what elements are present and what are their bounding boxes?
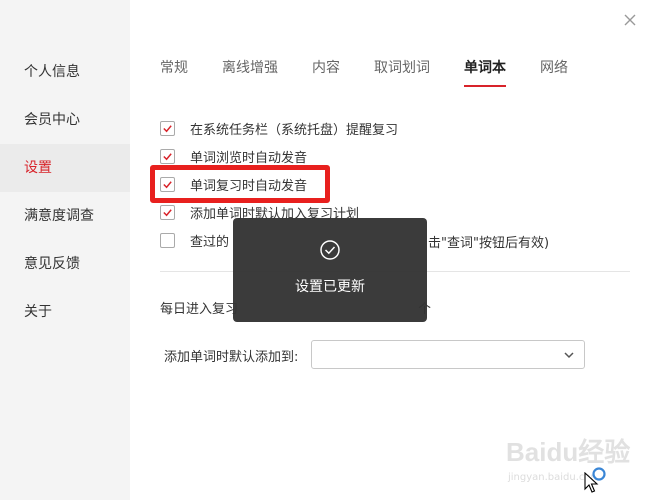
- option-label: 在系统任务栏（系统托盘）提醒复习: [190, 122, 399, 138]
- toast-message: 设置已更新: [295, 279, 365, 295]
- option-label: 单词浏览时自动发音: [190, 150, 308, 166]
- checkbox[interactable]: [160, 120, 175, 136]
- sidebar-item-about[interactable]: 关于: [0, 288, 130, 336]
- option-browse-pronounce[interactable]: 单词浏览时自动发音: [160, 146, 307, 166]
- sidebar: 个人信息 会员中心 设置 满意度调查 意见反馈 关于: [0, 0, 130, 500]
- chevron-down-icon: [564, 352, 574, 359]
- annotation-highlight-box: [150, 165, 330, 203]
- daily-review-label: 每日进入复习: [160, 302, 239, 317]
- check-icon: [163, 124, 172, 132]
- sidebar-item-survey[interactable]: 满意度调查: [0, 192, 130, 240]
- check-icon: [163, 208, 172, 216]
- tab-general[interactable]: 常规: [160, 58, 188, 87]
- sidebar-item-member-center[interactable]: 会员中心: [0, 96, 130, 144]
- check-circle-icon: [320, 240, 340, 260]
- toast-notification: 设置已更新: [233, 218, 427, 322]
- option-label-end: 击"查词"按钮后有效): [428, 236, 550, 251]
- tab-wordbook[interactable]: 单词本: [464, 58, 506, 87]
- option-tray-reminder[interactable]: 在系统任务栏（系统托盘）提醒复习: [160, 118, 398, 138]
- option-label: 查过的: [190, 234, 230, 250]
- check-icon: [163, 152, 172, 160]
- tab-network[interactable]: 网络: [540, 58, 568, 87]
- sidebar-item-settings[interactable]: 设置: [0, 144, 130, 192]
- checkbox[interactable]: [160, 148, 175, 164]
- settings-tabs: 常规 离线增强 内容 取词划词 单词本 网络: [160, 58, 630, 88]
- checkbox[interactable]: [160, 204, 175, 220]
- close-icon[interactable]: [620, 10, 640, 30]
- option-looked-up-words[interactable]: 查过的: [160, 230, 229, 250]
- watermark-logo: Baidu经验: [506, 437, 631, 467]
- default-wordbook-select[interactable]: [311, 340, 585, 369]
- tab-offline[interactable]: 离线增强: [222, 58, 278, 87]
- tab-content[interactable]: 内容: [312, 58, 340, 87]
- sidebar-item-personal-info[interactable]: 个人信息: [0, 48, 130, 96]
- sidebar-item-feedback[interactable]: 意见反馈: [0, 240, 130, 288]
- watermark: Baidu经验 jingyan.baidu.com: [506, 432, 636, 492]
- tab-word-capture[interactable]: 取词划词: [374, 58, 430, 87]
- checkbox[interactable]: [160, 232, 175, 248]
- default-add-label: 添加单词时默认添加到:: [164, 350, 299, 365]
- mouse-cursor-icon: [584, 472, 599, 493]
